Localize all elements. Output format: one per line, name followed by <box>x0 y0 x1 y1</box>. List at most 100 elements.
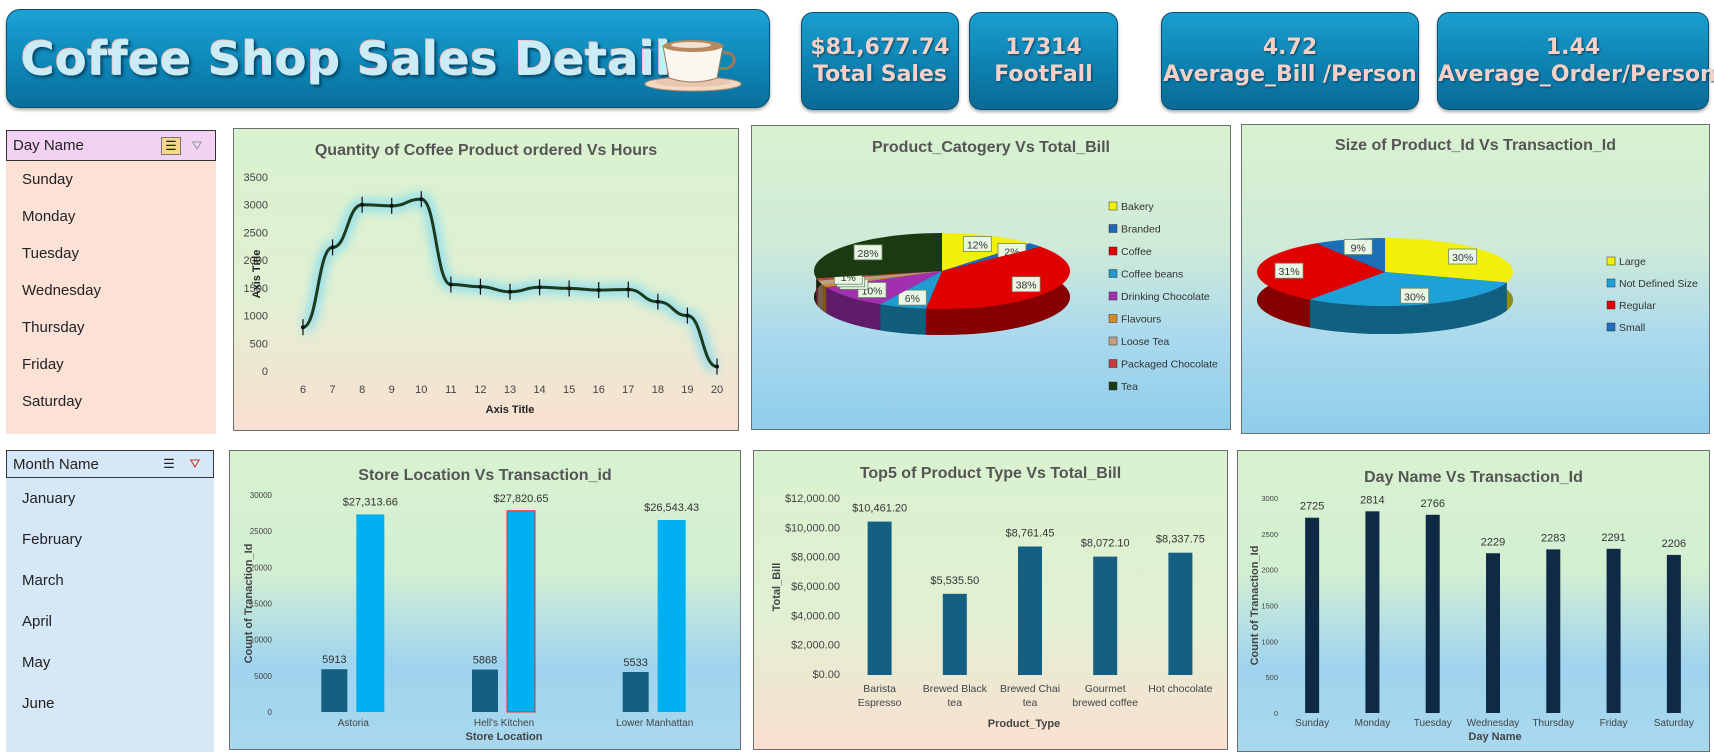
multi-select-icon[interactable]: ☰ <box>159 455 179 473</box>
legend-swatch <box>1108 224 1118 233</box>
x-tick-label: Astoria <box>338 718 370 729</box>
legend-swatch <box>1108 246 1118 256</box>
data-point <box>301 325 305 330</box>
bar-total-bill <box>356 514 385 712</box>
slicer-item-saturday[interactable]: Saturday <box>6 383 216 420</box>
bar <box>1546 549 1561 713</box>
y-tick-label: 25000 <box>250 527 273 536</box>
slicer-item-wednesday[interactable]: Wednesday <box>6 272 216 309</box>
y-tick-label: 0 <box>1274 709 1278 718</box>
slicer-item-friday[interactable]: Friday <box>6 346 216 383</box>
month-name-slicer: Month Name ☰ ⛛ January February March April… <box>6 450 214 752</box>
x-axis-title: Day Name <box>1468 731 1521 743</box>
data-label: $27,313.66 <box>343 496 398 508</box>
data-label: $8,072.10 <box>1081 538 1130 550</box>
dashboard-title-banner: Coffee Shop Sales Details <box>6 9 770 108</box>
x-tick-label: Gourmet <box>1085 683 1126 695</box>
x-axis-title: Axis Title <box>486 404 535 416</box>
x-axis-title: Product_Type <box>988 718 1061 730</box>
data-point <box>596 288 601 293</box>
data-label: 2814 <box>1360 494 1384 506</box>
x-tick-label: Barista <box>863 683 896 695</box>
x-tick-label: 13 <box>504 384 516 396</box>
y-tick-label: $12,000.00 <box>785 493 840 505</box>
data-label: 2229 <box>1481 536 1505 548</box>
slicer-item-tuesday[interactable]: Tuesday <box>6 235 216 272</box>
x-tick-label: 17 <box>622 384 634 396</box>
data-point <box>685 313 690 318</box>
data-point <box>419 197 424 202</box>
x-tick-label: 6 <box>300 384 306 396</box>
data-label: $8,337.75 <box>1156 534 1205 546</box>
y-tick-label: 3000 <box>244 200 268 212</box>
kpi-total-sales: $81,677.74 Total Sales <box>801 12 959 110</box>
data-label: 2283 <box>1541 532 1565 544</box>
kpi-footfall-value: 17314 <box>1005 35 1082 60</box>
x-tick-label: 15 <box>563 384 575 396</box>
kpi-average-bill: 4.72 Average_Bill /Person <box>1161 12 1419 110</box>
size-pie-chart-panel: Size of Product_Id Vs Transaction_Id 30%… <box>1241 124 1710 434</box>
x-tick-label: Espresso <box>858 697 902 709</box>
data-label: 30% <box>1452 252 1473 264</box>
x-tick-label: 9 <box>389 384 395 396</box>
category-pie-chart: 12%2%38%6%10%1%2%1%28%BakeryBrandedCoffe… <box>814 201 1218 393</box>
legend-swatch <box>1108 201 1118 211</box>
data-label: 5913 <box>322 654 346 666</box>
legend-label: Branded <box>1121 224 1161 236</box>
x-tick-label: 10 <box>415 384 427 396</box>
y-tick-label: 2000 <box>1261 566 1278 575</box>
data-label: 38% <box>1016 280 1037 292</box>
slicer-item-april[interactable]: April <box>6 601 214 642</box>
legend-swatch <box>1108 314 1118 323</box>
dashboard-title: Coffee Shop Sales Details <box>21 32 700 86</box>
x-tick-label: 19 <box>681 384 693 396</box>
bar <box>1093 556 1118 675</box>
hours-line-chart: 05001000150020002500300035006 7 8 9 10 11 12 13… <box>244 172 724 416</box>
x-tick-label: Brewed Chai <box>1000 683 1060 695</box>
hours-line-chart-panel: Quantity of Coffee Product ordered Vs Ho… <box>233 128 739 431</box>
slicer-item-june[interactable]: June <box>6 683 214 724</box>
pie-slice-side <box>822 284 827 314</box>
x-tick-label: tea <box>1023 697 1038 709</box>
slicer-item-february[interactable]: February <box>6 519 214 560</box>
y-tick-label: 500 <box>1265 673 1278 682</box>
legend-swatch <box>1108 291 1118 301</box>
data-point <box>360 202 365 207</box>
slicer-item-monday[interactable]: Monday <box>6 198 216 235</box>
clear-filter-icon[interactable]: ⛛ <box>185 455 205 473</box>
slicer-item-sunday[interactable]: Sunday <box>6 161 216 198</box>
data-label: 30% <box>1404 291 1425 303</box>
bar <box>1365 511 1380 713</box>
y-tick-label: 0 <box>268 708 273 717</box>
data-point <box>567 286 572 291</box>
bar-total-bill <box>657 520 686 712</box>
legend-label: Flavours <box>1121 314 1161 326</box>
y-axis-title: Axis Title <box>251 250 263 299</box>
slicer-item-january[interactable]: January <box>6 478 214 519</box>
slicer-item-thursday[interactable]: Thursday <box>6 309 216 346</box>
slicer-item-may[interactable]: May <box>6 642 214 683</box>
data-label: 2291 <box>1601 532 1625 544</box>
data-label: 9% <box>1351 243 1366 255</box>
slicer-item-march[interactable]: March <box>6 560 214 601</box>
data-point <box>448 282 453 287</box>
kpi-total-sales-value: $81,677.74 <box>810 35 950 60</box>
kpi-total-sales-label: Total Sales <box>812 62 947 87</box>
day-name-slicer: Day Name ☰ ⛛ Sunday Monday Tuesday Wednesda… <box>6 130 216 434</box>
bar <box>1018 546 1042 675</box>
x-tick-label: 12 <box>474 384 486 396</box>
x-tick-label: Friday <box>1600 718 1628 729</box>
data-point <box>508 289 512 294</box>
multi-select-icon[interactable]: ☰ <box>161 136 181 155</box>
y-tick-label: $2,000.00 <box>791 640 840 652</box>
store-location-bar-chart: 050001000015000200002500030000Count of T… <box>243 491 699 743</box>
x-tick-label: 11 <box>445 384 456 396</box>
x-tick-label: 8 <box>359 384 365 396</box>
legend-label: Small <box>1619 322 1645 334</box>
y-tick-label: 30000 <box>250 491 273 500</box>
x-tick-label: 20 <box>711 384 723 396</box>
clear-filter-icon[interactable]: ⛛ <box>187 137 207 155</box>
legend-swatch <box>1108 359 1118 368</box>
legend-label: Not Defined Size <box>1619 278 1698 290</box>
bar-transaction-count <box>622 671 649 712</box>
